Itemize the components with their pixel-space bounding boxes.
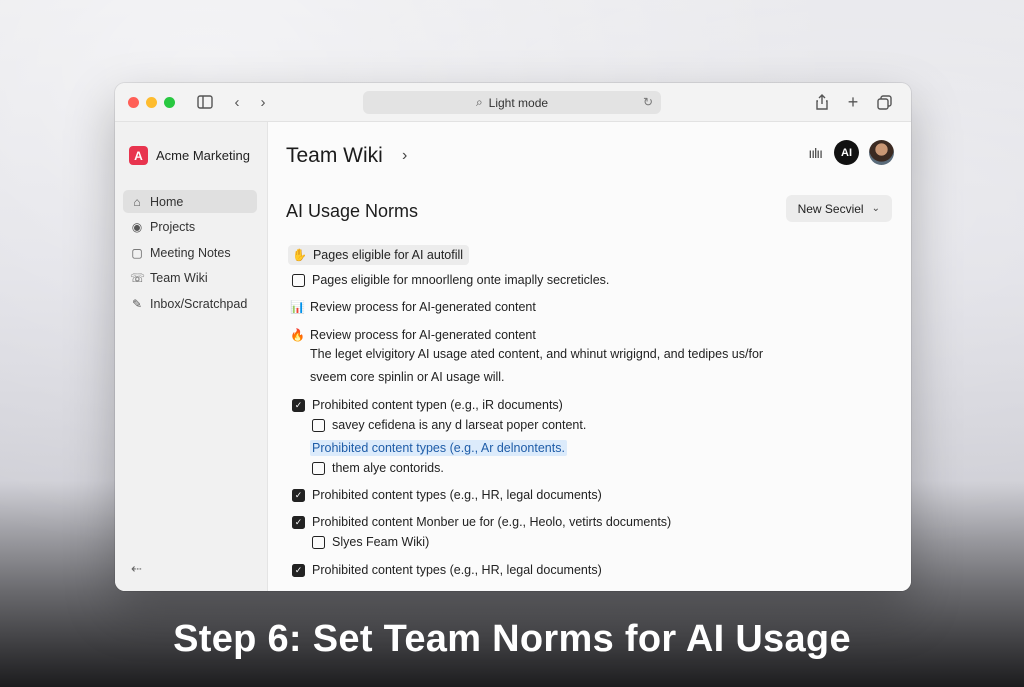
list-item[interactable]: ✋ Pages eligible for AI autofill	[288, 245, 470, 265]
checkbox-unchecked[interactable]	[312, 535, 325, 549]
todo-item[interactable]: ✓ Prohibited content typen (e.g., iR doc…	[292, 398, 563, 412]
title-bar: ‹ › ⌕ Light mode ↻ +	[115, 83, 911, 122]
close-window-button[interactable]	[128, 97, 139, 108]
todo-subitem[interactable]: them alye contorids.	[312, 461, 444, 475]
todo-item[interactable]: ✓ Prohibited content types (e.g., HR, le…	[292, 563, 602, 577]
tabs-overview-icon[interactable]	[874, 92, 894, 112]
hand-icon: ✋	[292, 248, 307, 262]
checkbox-checked[interactable]: ✓	[292, 398, 305, 412]
item-text: Prohibited content Monber ue for (e.g., …	[312, 515, 672, 529]
checkbox-unchecked[interactable]	[312, 418, 325, 432]
todo-item[interactable]: ✓ Prohibited content types (e.g., HR, le…	[292, 488, 602, 502]
wiki-icon: ☏	[130, 271, 146, 285]
notes-icon: ▢	[131, 245, 143, 260]
chevron-down-icon: ⌄	[871, 203, 880, 214]
checkbox-unchecked[interactable]	[312, 461, 325, 475]
sidebar-item-label: Home	[150, 194, 184, 209]
sidebar-item-label: Inbox/Scratchpad	[150, 296, 248, 311]
ai-assistant-button[interactable]: AI	[834, 140, 859, 165]
app-window: ‹ › ⌕ Light mode ↻ + A Acme Marketing ⌂ …	[115, 83, 911, 591]
workspace-name: Acme Marketing	[156, 148, 250, 163]
checkbox-checked[interactable]: ✓	[292, 488, 305, 502]
avatar[interactable]	[869, 140, 894, 165]
chart-icon: 📊	[290, 300, 305, 314]
reload-icon[interactable]: ↻	[643, 95, 653, 109]
sidebar-nav: ⌂ Home ◉ Projects ▢ Meeting Notes ☏ Team…	[123, 190, 257, 318]
sidebar-toggle-icon[interactable]	[195, 92, 215, 112]
todo-item[interactable]: ✓ Prohibited content Monber ue for (e.g.…	[292, 515, 671, 529]
workspace-switcher[interactable]: A Acme Marketing	[129, 146, 250, 165]
paragraph-line: sveem core spinlin or AI usage will.	[310, 370, 505, 384]
sidebar-item-label: Projects	[150, 220, 196, 234]
item-text: savey cefidena is any d larseat poper co…	[332, 418, 587, 432]
forward-icon[interactable]: ›	[253, 92, 273, 112]
paragraph: The leget elvigitory AI usage ated conte…	[310, 343, 763, 389]
sidebar-item-label: Meeting Notes	[150, 245, 231, 260]
item-text: Prohibited content types (e.g., HR, lega…	[312, 488, 602, 502]
workspace-logo: A	[129, 146, 148, 165]
item-text: Pages eligible for AI autofill	[312, 248, 464, 262]
new-tab-icon[interactable]: +	[843, 92, 863, 112]
sidebar-item-meeting-notes[interactable]: ▢ Meeting Notes	[123, 241, 257, 264]
item-text: Prohibited content types (e.g., HR, lega…	[312, 563, 602, 577]
sidebar-item-label: Team Wiki	[150, 271, 208, 285]
item-text: Review process for AI-generated content	[310, 328, 536, 342]
checkbox-unchecked[interactable]	[292, 273, 305, 287]
item-text: Prohibited content typen (e.g., iR docum…	[312, 398, 563, 412]
main-content: Team Wiki › ıılıı AI AI Usage Norms New …	[268, 122, 911, 591]
inbox-icon: ✎	[131, 296, 143, 311]
collapse-sidebar-icon[interactable]: ⇠	[131, 561, 142, 577]
new-section-button[interactable]: New Secviel ⌄	[785, 195, 892, 222]
list-item: 🔥 Review process for AI-generated conten…	[290, 328, 536, 342]
todo-item[interactable]: Pages eligible for mnoorlleng onte imapl…	[292, 273, 609, 287]
paragraph-line: The leget elvigitory AI usage ated conte…	[310, 347, 764, 361]
checkbox-checked[interactable]: ✓	[292, 563, 305, 577]
audio-wave-icon[interactable]: ıılıı	[808, 145, 823, 161]
sidebar-item-team-wiki[interactable]: ☏ Team Wiki	[123, 267, 257, 290]
item-text: Review process for AI-generated content	[310, 300, 536, 314]
highlighted-chip: ✋ Pages eligible for AI autofill	[288, 245, 470, 265]
zoom-window-button[interactable]	[164, 97, 175, 108]
todo-subitem[interactable]: Slyes Feam Wiki)	[312, 535, 429, 549]
sidebar-item-home[interactable]: ⌂ Home	[123, 190, 257, 213]
new-section-label: New Secviel	[797, 201, 864, 216]
section-title: AI Usage Norms	[286, 201, 419, 221]
chevron-right-icon[interactable]: ›	[402, 147, 407, 165]
projects-icon: ◉	[131, 220, 143, 234]
header-actions: ıılıı AI	[808, 140, 894, 165]
item-text: Pages eligible for mnoorlleng onte imapl…	[312, 273, 610, 287]
highlighted-link[interactable]: Prohibited content types (e.g., Ar delno…	[310, 440, 567, 456]
address-text: Light mode	[488, 95, 549, 110]
minimize-window-button[interactable]	[146, 97, 157, 108]
item-text: Slyes Feam Wiki)	[332, 535, 430, 549]
search-icon: ⌕	[475, 95, 483, 109]
page-title: Team Wiki	[286, 144, 383, 167]
share-icon[interactable]	[812, 92, 832, 112]
sidebar-item-projects[interactable]: ◉ Projects	[123, 216, 257, 239]
sidebar: A Acme Marketing ⌂ Home ◉ Projects ▢ Mee…	[115, 122, 268, 591]
link-text[interactable]: Prohibited content types (e.g., Ar delno…	[310, 440, 567, 456]
checkbox-checked[interactable]: ✓	[292, 515, 305, 529]
list-item: 📊 Review process for AI-generated conten…	[290, 300, 536, 314]
todo-subitem[interactable]: savey cefidena is any d larseat poper co…	[312, 418, 586, 432]
fire-icon: 🔥	[290, 328, 305, 342]
home-icon: ⌂	[133, 194, 141, 209]
back-icon[interactable]: ‹	[227, 92, 247, 112]
address-bar[interactable]: ⌕ Light mode ↻	[363, 91, 661, 114]
item-text: them alye contorids.	[332, 461, 444, 475]
sidebar-item-inbox[interactable]: ✎ Inbox/Scratchpad	[123, 292, 257, 315]
step-caption: Step 6: Set Team Norms for AI Usage	[173, 618, 851, 660]
